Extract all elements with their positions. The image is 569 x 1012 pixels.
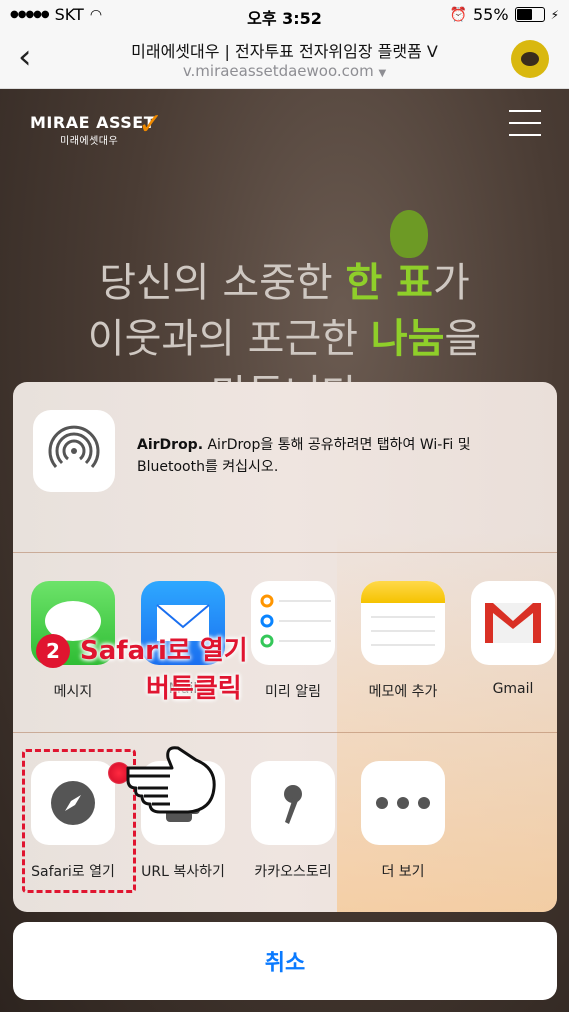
share-app-reminders[interactable]: 미리 알림 bbox=[243, 581, 343, 701]
step-instruction: Safari로 열기 버튼클릭 bbox=[80, 632, 248, 708]
page-url-text: v.miraeassetdaewoo.com bbox=[182, 62, 374, 80]
step-instruction-line1: Safari로 열기 bbox=[80, 636, 248, 666]
share-app-label: 메모에 추가 bbox=[368, 684, 438, 700]
airdrop-section[interactable]: AirDrop. AirDrop을 통해 공유하려면 탭하여 Wi-Fi 및 B… bbox=[13, 382, 557, 552]
battery-icon bbox=[514, 7, 545, 22]
charging-icon: ⚡ bbox=[550, 7, 559, 22]
gmail-icon bbox=[471, 581, 555, 665]
headline-line2-pre: 이웃과의 포근한 bbox=[87, 316, 371, 362]
airdrop-icon[interactable] bbox=[33, 410, 115, 492]
share-app-gmail[interactable]: Gmail bbox=[463, 581, 557, 697]
page-url[interactable]: v.miraeassetdaewoo.com ▼ bbox=[80, 62, 489, 80]
action-kakaostory[interactable]: 카카오스토리 bbox=[243, 761, 343, 881]
action-label: 더 보기 bbox=[381, 864, 425, 880]
kakaostory-icon bbox=[251, 761, 335, 845]
kakaotalk-icon[interactable] bbox=[511, 40, 549, 78]
share-app-label: Gmail bbox=[492, 681, 534, 697]
action-label: 카카오스토리 bbox=[254, 864, 332, 880]
more-icon bbox=[361, 761, 445, 845]
headline-line1-pre: 당신의 소중한 bbox=[99, 260, 346, 306]
logo-v-mark-icon: ✓ bbox=[138, 107, 164, 142]
headline-line2-post: 을 bbox=[444, 316, 482, 362]
page-title: 미래에셋대우 | 전자투표 전자위임장 플랫폼 V bbox=[131, 42, 438, 61]
status-bar: ●●●●● SKT ◠ 오후 3:52 ⏰ 55% ⚡ bbox=[0, 0, 569, 30]
mascot-character bbox=[390, 210, 428, 258]
pointing-hand-icon bbox=[126, 746, 216, 814]
step-instruction-line2: 버튼클릭 bbox=[146, 674, 242, 704]
logo-text: MIRAE ASSET bbox=[30, 113, 156, 132]
airdrop-description: AirDrop. AirDrop을 통해 공유하려면 탭하여 Wi-Fi 및 B… bbox=[137, 434, 537, 478]
notes-icon bbox=[361, 581, 445, 665]
action-label: URL 복사하기 bbox=[141, 864, 225, 880]
share-app-notes[interactable]: 메모에 추가 bbox=[353, 581, 453, 701]
share-app-label: 미리 알림 bbox=[265, 684, 321, 700]
mirae-asset-logo[interactable]: MIRAE ASSET 미래에셋대우 ✓ bbox=[30, 107, 163, 147]
back-arrow-icon[interactable]: ‹ bbox=[18, 40, 32, 74]
browser-nav-bar: ‹ 미래에셋대우 | 전자투표 전자위임장 플랫폼 V v.miraeasset… bbox=[0, 30, 569, 89]
chevron-down-icon: ▼ bbox=[378, 68, 387, 79]
cancel-button[interactable]: 취소 bbox=[13, 922, 557, 1000]
airdrop-title: AirDrop. bbox=[137, 437, 204, 453]
step-number-badge: 2 bbox=[36, 634, 70, 668]
reminders-icon bbox=[251, 581, 335, 665]
alarm-icon: ⏰ bbox=[449, 6, 467, 23]
headline-line2-highlight: 나눔 bbox=[370, 316, 445, 362]
battery-percent: 55% bbox=[473, 5, 509, 24]
headline-line1-post: 가 bbox=[432, 260, 470, 306]
action-more[interactable]: 더 보기 bbox=[353, 761, 453, 881]
headline-line1-highlight: 한 표 bbox=[345, 260, 433, 306]
hamburger-menu-icon[interactable] bbox=[509, 110, 541, 146]
